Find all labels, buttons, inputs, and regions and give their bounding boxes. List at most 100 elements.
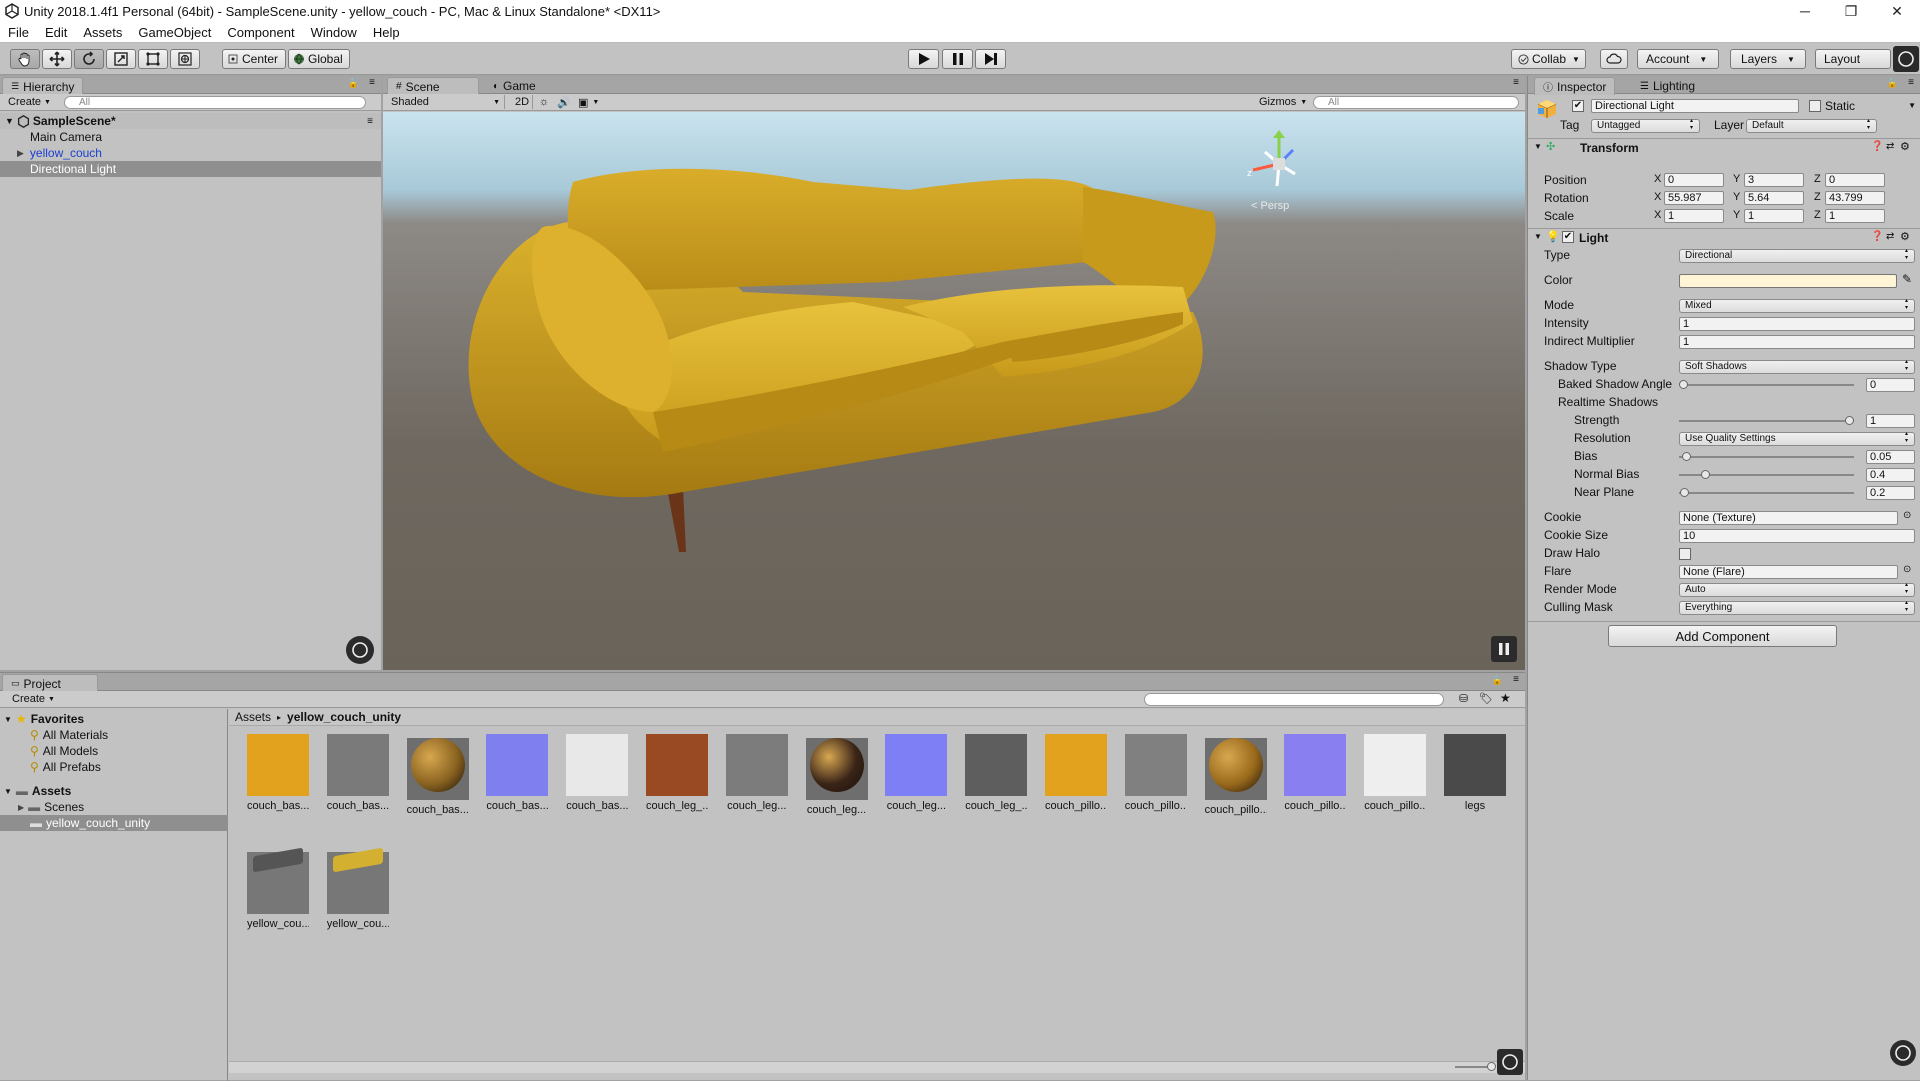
tab-lighting[interactable]: ☰ Lighting (1632, 77, 1703, 95)
cloud-button[interactable] (1600, 49, 1628, 69)
cookie-object-field[interactable]: None (Texture) (1679, 511, 1898, 525)
favorites-node[interactable]: ▼ ★ Favorites (4, 711, 84, 727)
transform-tool-button[interactable] (170, 49, 200, 69)
scale-tool-button[interactable] (106, 49, 136, 69)
project-progress-button[interactable] (1497, 1049, 1523, 1075)
draw-halo-checkbox[interactable] (1679, 548, 1691, 560)
project-search-input[interactable] (1144, 693, 1444, 706)
light-enabled-checkbox[interactable]: ✔ (1562, 231, 1574, 243)
rotation-x-input[interactable]: 55.987 (1664, 191, 1724, 205)
bias-input[interactable]: 0.05 (1866, 450, 1915, 464)
indirect-multiplier-input[interactable]: 1 (1679, 335, 1915, 349)
gear-icon[interactable]: ⚙ (1900, 140, 1910, 153)
assets-root-node[interactable]: ▼ ▬ Assets (4, 783, 71, 799)
light-mode-dropdown[interactable]: Mixed (1679, 298, 1915, 313)
scene-viewport[interactable]: z < Persp (383, 112, 1525, 670)
collapsed-arrow-icon[interactable]: ▶ (17, 148, 24, 159)
eyedropper-icon[interactable]: ✎ (1902, 272, 1912, 286)
menu-help[interactable]: Help (365, 25, 408, 40)
asset-item[interactable]: yellow_cou... (247, 828, 309, 930)
yellow-couch-model[interactable] (383, 112, 1525, 670)
add-component-button[interactable]: Add Component (1608, 625, 1837, 647)
asset-item[interactable]: couch_bas... (406, 734, 469, 816)
scene-root-row[interactable]: ▼ SampleScene* ≡ (0, 113, 381, 129)
intensity-input[interactable]: 1 (1679, 317, 1915, 331)
folder-yellow-couch-unity[interactable]: ▬ yellow_couch_unity (0, 815, 228, 831)
normal-bias-slider[interactable] (1679, 468, 1854, 482)
strength-slider[interactable] (1679, 414, 1854, 428)
asset-item[interactable]: couch_pillo... (1124, 734, 1187, 814)
hierarchy-item-main-camera[interactable]: Main Camera (0, 129, 381, 145)
render-mode-dropdown[interactable]: Auto (1679, 582, 1915, 597)
asset-item[interactable]: couch_pillo... (1045, 734, 1107, 814)
hierarchy-item-yellow-couch[interactable]: ▶ yellow_couch (0, 145, 381, 161)
preset-icon[interactable]: ⇄ (1886, 141, 1894, 152)
dropdown-arrow-icon[interactable]: ▼ (1908, 101, 1916, 110)
pause-button[interactable] (942, 49, 973, 69)
shadow-type-dropdown[interactable]: Soft Shadows (1679, 359, 1915, 374)
light-header[interactable]: ▼ 💡 ✔ Light ❓ ⇄ ⚙ (1528, 230, 1920, 246)
position-z-input[interactable]: 0 (1825, 173, 1885, 187)
asset-item[interactable]: couch_leg... (885, 734, 948, 814)
panel-menu-icon[interactable]: ≡ (1513, 674, 1519, 685)
menu-component[interactable]: Component (219, 25, 302, 40)
asset-item[interactable]: couch_pillo... (1284, 734, 1347, 814)
position-y-input[interactable]: 3 (1744, 173, 1804, 187)
layer-dropdown[interactable]: Default (1746, 118, 1877, 133)
lock-icon[interactable]: 🔒 (1492, 675, 1503, 686)
asset-item[interactable]: couch_leg... (725, 734, 788, 814)
static-checkbox[interactable] (1809, 100, 1821, 112)
scene-orientation-gizmo[interactable]: z (1245, 130, 1313, 198)
asset-item[interactable]: couch_bas... (326, 734, 389, 814)
asset-item[interactable]: legs (1444, 734, 1506, 814)
asset-item[interactable]: couch_bas... (247, 734, 309, 814)
baked-shadow-angle-input[interactable]: 0 (1866, 378, 1915, 392)
lock-icon[interactable]: 🔒 (1887, 78, 1898, 89)
panel-menu-icon[interactable]: ≡ (1513, 77, 1519, 88)
filter-type-icon[interactable]: ⛁ (1459, 692, 1468, 705)
tab-game[interactable]: ◐ Game (485, 77, 544, 95)
pivot-center-toggle[interactable]: Center (222, 49, 286, 69)
move-tool-button[interactable] (42, 49, 72, 69)
strength-input[interactable]: 1 (1866, 414, 1915, 428)
row-menu-icon[interactable]: ≡ (367, 116, 373, 127)
breadcrumb-root[interactable]: Assets (235, 710, 271, 724)
play-button[interactable] (908, 49, 939, 69)
collab-dropdown[interactable]: Collab ▼ (1511, 49, 1586, 69)
restore-button[interactable]: ❐ (1828, 0, 1874, 22)
favorite-all-materials[interactable]: ⚲ All Materials (30, 727, 108, 743)
position-x-input[interactable]: 0 (1664, 173, 1724, 187)
asset-item[interactable]: couch_leg_... (965, 734, 1028, 814)
object-picker-icon[interactable]: ⊙ (1903, 564, 1911, 575)
audio-toggle[interactable]: 🔊 (553, 95, 575, 109)
active-checkbox[interactable]: ✔ (1572, 100, 1584, 112)
menu-file[interactable]: File (0, 25, 37, 40)
asset-item[interactable]: yellow_cou... (326, 828, 389, 930)
mode-2d-toggle[interactable]: 2D (511, 95, 533, 109)
folder-scenes[interactable]: ▶ ▬ Scenes (18, 799, 84, 815)
asset-item[interactable]: couch_bas... (486, 734, 549, 814)
thumbnail-size-slider[interactable] (1455, 1060, 1496, 1074)
cookie-size-input[interactable]: 10 (1679, 529, 1915, 543)
help-icon[interactable]: ❓ (1871, 231, 1883, 242)
tag-dropdown[interactable]: Untagged (1591, 118, 1700, 133)
resolution-dropdown[interactable]: Use Quality Settings (1679, 431, 1915, 446)
lighting-toggle[interactable]: ☼ (535, 95, 553, 109)
lock-icon[interactable]: 🔒 (348, 78, 359, 89)
collab-progress-button[interactable] (346, 636, 374, 664)
normal-bias-input[interactable]: 0.4 (1866, 468, 1915, 482)
favorite-all-prefabs[interactable]: ⚲ All Prefabs (30, 759, 101, 775)
help-icon[interactable]: ❓ (1871, 141, 1883, 152)
hierarchy-search-input[interactable]: All (64, 96, 366, 109)
gizmos-dropdown[interactable]: Gizmos ▼ (1255, 95, 1311, 109)
rotate-tool-button[interactable] (74, 49, 104, 69)
expanded-arrow-icon[interactable]: ▼ (5, 116, 14, 126)
perspective-label[interactable]: < Persp (1251, 200, 1289, 212)
asset-item[interactable]: couch_leg_... (646, 734, 708, 814)
panel-menu-icon[interactable]: ≡ (1908, 77, 1914, 88)
project-create-dropdown[interactable]: Create ▼ (8, 692, 59, 706)
services-button[interactable] (1893, 46, 1919, 72)
favorite-star-icon[interactable]: ★ (1500, 691, 1511, 705)
asset-item[interactable]: couch_leg... (805, 734, 868, 816)
light-type-dropdown[interactable]: Directional (1679, 248, 1915, 263)
